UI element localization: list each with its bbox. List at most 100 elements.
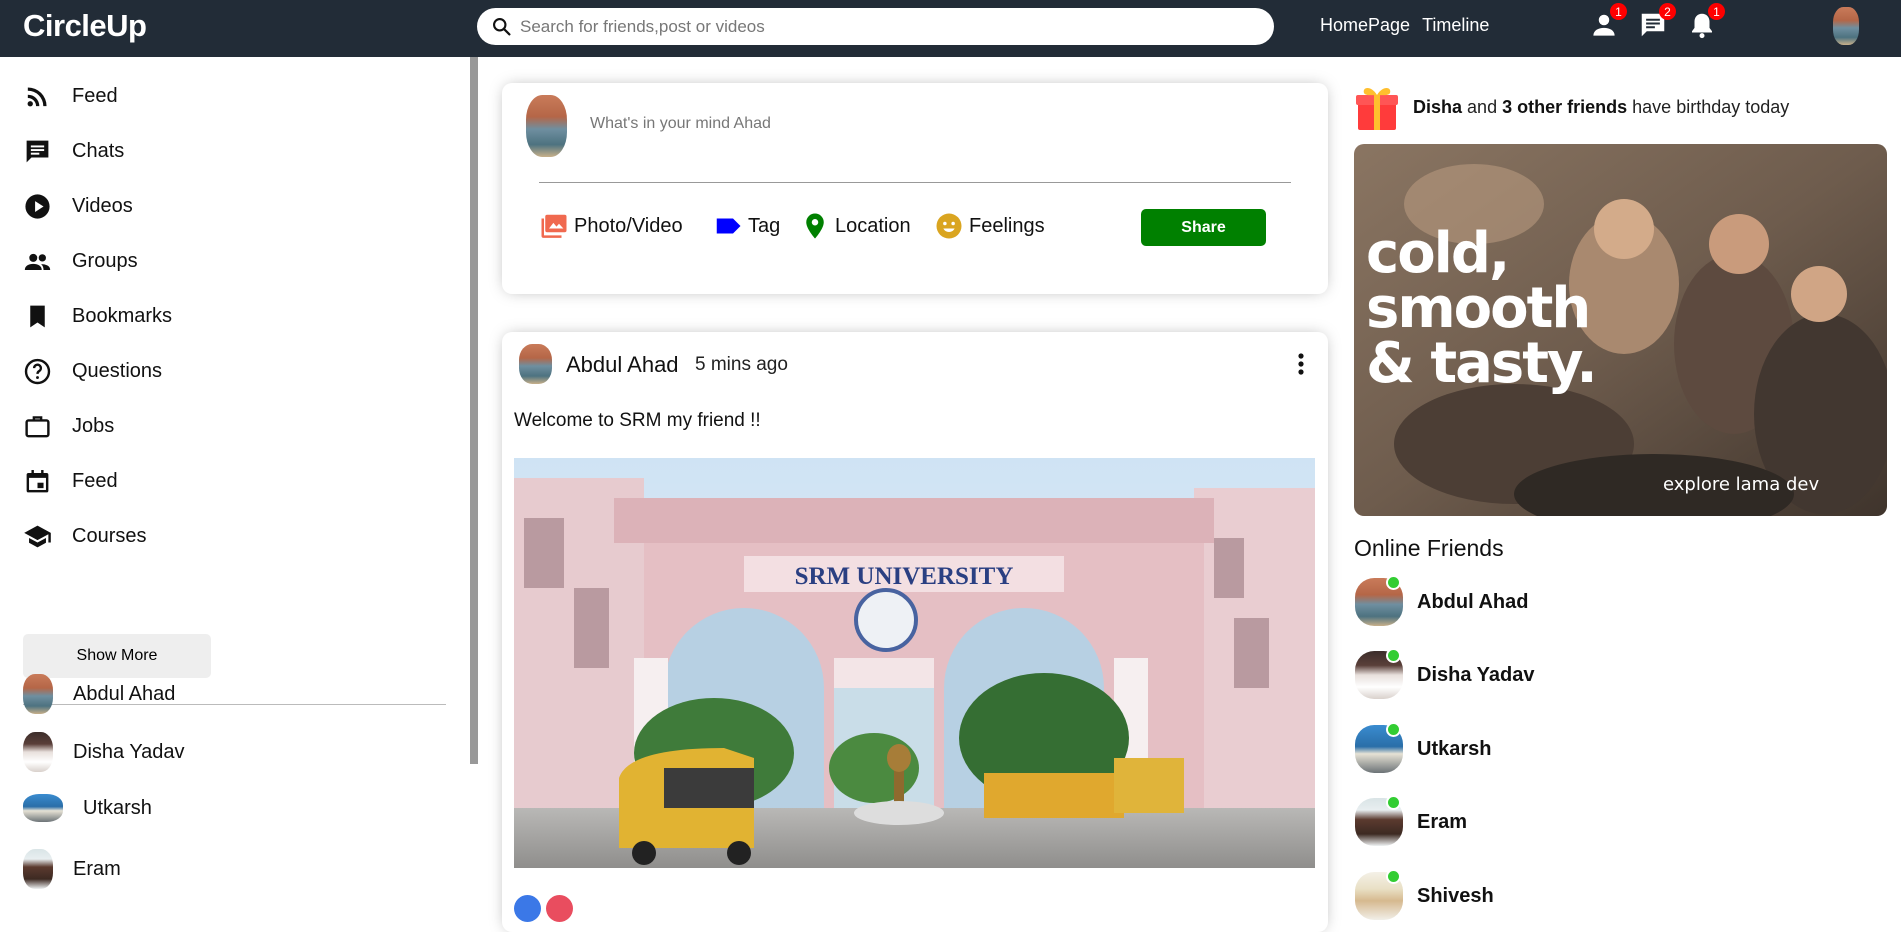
avatar bbox=[23, 794, 63, 822]
emoji-icon bbox=[936, 213, 962, 239]
sidebar-item-chats[interactable]: Chats bbox=[23, 137, 124, 166]
friend-name: Utkarsh bbox=[1417, 737, 1492, 760]
avatar-wrapper bbox=[1355, 795, 1403, 846]
birthday-text: Disha and 3 other friends have birthday … bbox=[1413, 97, 1789, 118]
sidebar-item-courses[interactable]: Courses bbox=[23, 522, 146, 551]
online-indicator bbox=[1386, 722, 1401, 737]
friend-name: Abdul Ahad bbox=[1417, 590, 1529, 613]
sidebar-item-label: Jobs bbox=[72, 415, 115, 437]
post-image[interactable]: SRM UNIVERSITY bbox=[514, 458, 1315, 868]
photo-video-option[interactable]: Photo/Video bbox=[539, 211, 683, 241]
friend-name: Disha Yadav bbox=[1417, 663, 1535, 686]
friend-name: Eram bbox=[73, 857, 121, 880]
heart-icon bbox=[546, 895, 573, 922]
avatar-wrapper bbox=[1355, 869, 1403, 920]
notifications-button[interactable]: 1 bbox=[1687, 3, 1725, 40]
online-friend-item[interactable]: Disha Yadav bbox=[1355, 648, 1535, 699]
sidebar-item-label: Groups bbox=[72, 250, 138, 272]
friend-requests-badge: 1 bbox=[1610, 3, 1627, 20]
tag-option[interactable]: Tag bbox=[713, 211, 780, 241]
work-icon bbox=[25, 416, 50, 438]
friend-name: Shivesh bbox=[1417, 884, 1494, 907]
avatar-wrapper bbox=[1355, 722, 1403, 773]
notifications-badge: 1 bbox=[1708, 3, 1725, 20]
online-indicator bbox=[1386, 869, 1401, 884]
search-bar[interactable] bbox=[477, 8, 1274, 45]
homepage-link[interactable]: HomePage bbox=[1320, 15, 1410, 36]
friend-requests-button[interactable]: 1 bbox=[1589, 3, 1627, 40]
advertisement[interactable]: cold, smooth & tasty. explore lama dev bbox=[1354, 144, 1887, 516]
ad-caption: explore lama dev bbox=[1663, 474, 1819, 495]
sidebar-item-jobs[interactable]: Jobs bbox=[23, 412, 114, 441]
friend-list-item[interactable]: Abdul Ahad bbox=[23, 674, 175, 714]
option-label: Location bbox=[835, 214, 911, 237]
event-icon bbox=[26, 470, 49, 493]
post-username[interactable]: Abdul Ahad bbox=[566, 352, 679, 378]
gift-icon bbox=[1356, 88, 1398, 130]
online-indicator bbox=[1386, 575, 1401, 590]
left-sidebar: Feed Chats Videos Groups Bookmarks Quest… bbox=[0, 57, 472, 907]
more-vert-icon bbox=[1298, 353, 1304, 375]
friend-name: Disha Yadav bbox=[73, 740, 185, 763]
ad-headline-line-3: & tasty. bbox=[1366, 331, 1596, 396]
sidebar-item-label: Feed bbox=[72, 85, 118, 107]
option-label: Tag bbox=[748, 214, 781, 237]
sidebar-item-label: Videos bbox=[72, 195, 133, 217]
gate-sign: SRM UNIVERSITY bbox=[795, 563, 1014, 590]
app-logo[interactable]: CircleUp bbox=[23, 8, 147, 44]
friend-list-item[interactable]: Eram bbox=[23, 849, 121, 889]
sidebar-item-questions[interactable]: Questions bbox=[23, 357, 162, 386]
bookmark-icon bbox=[30, 305, 45, 328]
online-friends-title: Online Friends bbox=[1354, 535, 1504, 561]
online-indicator bbox=[1386, 795, 1401, 810]
status-input[interactable] bbox=[590, 115, 1190, 133]
avatar bbox=[23, 674, 53, 714]
online-friend-item[interactable]: Shivesh bbox=[1355, 869, 1494, 920]
sidebar-item-label: Bookmarks bbox=[72, 305, 173, 327]
top-links: HomePage Timeline bbox=[1320, 15, 1489, 36]
birthday-others: 3 other friends bbox=[1502, 96, 1628, 117]
messages-badge: 2 bbox=[1659, 3, 1676, 20]
avatar-wrapper bbox=[1355, 648, 1403, 699]
more-options-button[interactable] bbox=[1289, 349, 1313, 379]
online-friend-item[interactable]: Eram bbox=[1355, 795, 1467, 846]
sidebar-item-groups[interactable]: Groups bbox=[23, 247, 138, 276]
feelings-option[interactable]: Feelings bbox=[934, 211, 1045, 241]
friend-list-item[interactable]: Disha Yadav bbox=[23, 732, 185, 772]
friend-name: Abdul Ahad bbox=[73, 682, 176, 705]
search-input[interactable] bbox=[520, 16, 1260, 37]
post-timestamp: 5 mins ago bbox=[695, 354, 788, 375]
profile-avatar[interactable] bbox=[1833, 7, 1859, 45]
sidebar-scrollbar[interactable] bbox=[470, 57, 478, 764]
avatar bbox=[23, 732, 53, 772]
label-icon bbox=[716, 218, 741, 234]
show-more-button[interactable]: Show More bbox=[23, 634, 211, 678]
sidebar-item-feed[interactable]: Feed bbox=[23, 82, 118, 111]
location-pin-icon bbox=[806, 213, 824, 239]
post-text: Welcome to SRM my friend !! bbox=[514, 410, 761, 431]
birthday-name: Disha bbox=[1413, 96, 1463, 117]
sidebar-item-bookmarks[interactable]: Bookmarks bbox=[23, 302, 172, 331]
online-indicator bbox=[1386, 648, 1401, 663]
share-button[interactable]: Share bbox=[1141, 209, 1266, 246]
photo-library-icon bbox=[541, 214, 567, 238]
post-card: Abdul Ahad 5 mins ago Welcome to SRM my … bbox=[502, 332, 1328, 932]
timeline-link[interactable]: Timeline bbox=[1422, 15, 1489, 36]
messages-button[interactable]: 2 bbox=[1638, 3, 1676, 40]
sidebar-item-videos[interactable]: Videos bbox=[23, 192, 133, 221]
chat-icon bbox=[26, 140, 49, 163]
avatar-wrapper bbox=[1355, 575, 1403, 626]
post-reactions[interactable] bbox=[514, 895, 578, 922]
ad-image: cold, smooth & tasty. explore lama dev bbox=[1354, 144, 1887, 516]
birthday-notice[interactable]: Disha and 3 other friends have birthday … bbox=[1355, 82, 1789, 132]
birthday-connector: and bbox=[1467, 96, 1498, 117]
avatar[interactable] bbox=[519, 344, 552, 384]
online-friend-item[interactable]: Utkarsh bbox=[1355, 722, 1492, 773]
friend-list-item[interactable]: Utkarsh bbox=[23, 794, 152, 822]
avatar bbox=[23, 849, 53, 889]
sidebar-item-events[interactable]: Feed bbox=[23, 467, 118, 496]
online-friend-item[interactable]: Abdul Ahad bbox=[1355, 575, 1529, 626]
search-icon bbox=[493, 18, 511, 36]
university-gate-photo: SRM UNIVERSITY bbox=[514, 458, 1315, 868]
location-option[interactable]: Location bbox=[800, 211, 911, 241]
